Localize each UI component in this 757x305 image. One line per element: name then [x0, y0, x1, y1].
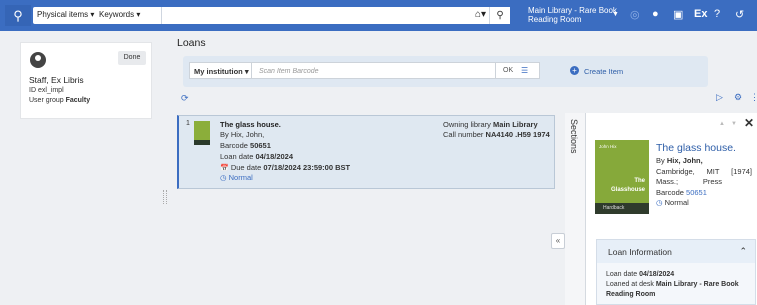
- pub-place: Cambridge,: [656, 167, 695, 176]
- search-field-dropdown[interactable]: Keywords ▾: [99, 10, 140, 19]
- ok-label: OK: [503, 67, 514, 74]
- home-icon[interactable]: ⌂▾: [475, 9, 486, 20]
- cover-author: John Hix: [599, 144, 617, 149]
- search-icon[interactable]: ⚲: [489, 7, 510, 24]
- loan-title[interactable]: The glass house.: [220, 120, 281, 129]
- top-bar: ⚲ Physical items ▾ Keywords ▾ ⌂▾ ⚲ Main …: [0, 0, 757, 31]
- clock-icon: ◷: [220, 173, 227, 182]
- location-line2: Reading Room: [528, 15, 582, 24]
- pub-publisher-cont: Press: [702, 177, 722, 186]
- ok-button[interactable]: OK ☰: [496, 62, 540, 79]
- previous-icon[interactable]: ▲: [719, 121, 725, 127]
- book-cover: John Hix The Glasshouse Hardback: [595, 140, 649, 214]
- clock-icon: ◷: [656, 198, 663, 207]
- user-id: ID exl_impl: [29, 87, 64, 94]
- loan-information-body: Loan date 04/18/2024 Loaned at desk Main…: [596, 263, 756, 305]
- institution-dropdown[interactable]: My institution ▾: [189, 62, 251, 79]
- list-icon[interactable]: ☰: [521, 66, 528, 75]
- li-desk-cont: Reading Room: [606, 291, 656, 298]
- help-icon[interactable]: ?: [714, 8, 720, 20]
- scan-barcode-input[interactable]: Scan Item Barcode: [251, 62, 496, 79]
- flag-icon[interactable]: ◎: [630, 8, 640, 21]
- calendar-icon: 📅: [220, 165, 229, 172]
- search-box[interactable]: Physical items ▾ Keywords ▾ ⌂▾ ⚲: [33, 7, 510, 24]
- detail-barcode: Barcode 50651: [656, 188, 707, 197]
- cover-title-line2: Glasshouse: [610, 187, 645, 193]
- user-icon[interactable]: ●: [652, 8, 659, 20]
- row-number: 1: [186, 120, 190, 127]
- chevron-down-icon[interactable]: ▼: [612, 11, 619, 18]
- book-thumbnail: [194, 121, 210, 145]
- search-divider: [161, 7, 162, 24]
- sections-label: Sections: [569, 119, 579, 154]
- loan-row[interactable]: 1 The glass house. By Hix, John, Barcode…: [177, 115, 555, 189]
- search-scope-dropdown[interactable]: Physical items ▾: [37, 10, 94, 19]
- scan-panel: My institution ▾ Scan Item Barcode OK ☰ …: [183, 56, 708, 87]
- cover-band-label: Hardback: [603, 205, 625, 211]
- loan-information-title: Loan Information: [608, 247, 672, 257]
- ex-libris-icon[interactable]: Ex: [694, 8, 707, 20]
- done-button[interactable]: Done: [118, 51, 146, 65]
- close-icon[interactable]: ✕: [744, 116, 754, 130]
- next-icon[interactable]: ▼: [731, 121, 737, 127]
- pub-place-cont: Mass.;: [656, 177, 679, 186]
- loan-information-header[interactable]: Loan Information ⌃: [596, 239, 756, 263]
- resize-handle[interactable]: [163, 190, 167, 204]
- cover-title-line1: The: [634, 178, 645, 184]
- sections-tab[interactable]: Sections: [565, 113, 586, 305]
- pub-year: [1974]: [731, 167, 752, 176]
- avatar: [30, 52, 46, 68]
- publication-info: Cambridge, MIT [1974] Mass.; Press: [656, 167, 752, 187]
- page-title: Loans: [177, 37, 206, 49]
- primo-logo-icon[interactable]: ⚲: [5, 5, 31, 26]
- search-scope-label: Physical items: [37, 10, 89, 19]
- refresh-icon[interactable]: ⟳: [181, 93, 189, 104]
- barcode-link[interactable]: 50651: [686, 188, 707, 197]
- user-name: Staff, Ex Libris: [29, 75, 84, 85]
- tasks-icon[interactable]: ▣: [673, 8, 683, 21]
- more-icon[interactable]: ⋮: [750, 92, 757, 103]
- detail-title[interactable]: The glass house.: [656, 142, 736, 154]
- history-icon[interactable]: ↺: [735, 8, 744, 21]
- owning-library: Owning library Main Library: [443, 120, 538, 129]
- call-number: Call number NA4140 .H59 1974: [443, 130, 550, 139]
- due-date: 📅 Due date 07/18/2024 23:59:00 BST: [220, 163, 351, 172]
- export-icon[interactable]: ▷: [716, 92, 723, 103]
- li-loan-date: Loan date 04/18/2024: [606, 271, 675, 278]
- search-field-label: Keywords: [99, 10, 135, 19]
- create-item-link[interactable]: Create Item: [584, 67, 623, 76]
- detail-author: By Hix, John,: [656, 156, 703, 165]
- loan-date: Loan date 04/18/2024: [220, 152, 294, 161]
- cover-band: Hardback: [595, 203, 649, 214]
- collapse-panel-button[interactable]: «: [551, 233, 565, 249]
- li-desk: Loaned at desk Main Library - Rare Book: [606, 281, 739, 288]
- gear-icon[interactable]: ⚙: [734, 92, 742, 103]
- detail-status: ◷ Normal: [656, 198, 689, 207]
- loan-author: By Hix, John,: [220, 130, 265, 139]
- user-group: User group Faculty: [29, 97, 91, 104]
- user-panel: Done Staff, Ex Libris ID exl_impl User g…: [20, 42, 152, 119]
- plus-icon[interactable]: +: [570, 66, 579, 75]
- chevron-up-icon[interactable]: ⌃: [739, 246, 747, 257]
- loan-status: ◷ Normal: [220, 173, 253, 182]
- loan-barcode: Barcode 50651: [220, 141, 271, 150]
- pub-publisher: MIT: [706, 167, 720, 176]
- current-location[interactable]: Main Library - Rare Book Reading Room: [528, 6, 618, 24]
- location-line1: Main Library - Rare Book: [528, 6, 617, 15]
